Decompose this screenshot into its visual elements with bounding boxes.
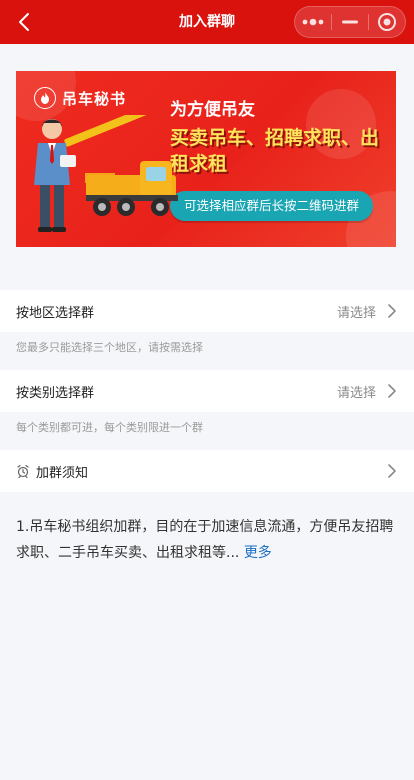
more-dots-icon <box>302 18 324 26</box>
more-link[interactable]: 更多 <box>244 545 272 561</box>
chevron-right-icon <box>388 384 396 398</box>
flame-icon <box>34 87 56 109</box>
more-menu-button[interactable] <box>295 7 331 37</box>
banner-cta: 可选择相应群后长按二维码进群 <box>170 191 374 221</box>
promo-banner: 吊车秘书 为方便吊友 买卖吊车、招聘求职、出租求租 可选择相应群后长按二维码进群 <box>16 71 396 247</box>
crane-truck-illustration <box>34 115 178 232</box>
notice-body: 1.吊车秘书组织加群，目的在于加速信息流通，方便吊友招聘求职、二手吊车买卖、出租… <box>16 519 394 561</box>
region-filter-hint: 您最多只能选择三个地区，请按需选择 <box>16 341 203 354</box>
brand-logo: 吊车秘书 <box>34 87 126 109</box>
minimize-icon <box>342 20 358 24</box>
banner-headline: 为方便吊友 <box>170 100 255 120</box>
target-close-icon <box>378 13 396 31</box>
mini-program-capsule <box>294 6 406 38</box>
nav-bar: 加入群聊 <box>0 0 414 44</box>
chevron-right-icon <box>388 464 396 478</box>
close-button[interactable] <box>369 7 405 37</box>
notice-row[interactable]: 加群须知 <box>0 450 414 492</box>
chevron-right-icon <box>388 304 396 318</box>
category-filter-label: 按类别选择群 <box>16 385 95 401</box>
category-filter-row[interactable]: 按类别选择群 请选择 <box>0 370 414 412</box>
minimize-button[interactable] <box>332 7 368 37</box>
alarm-clock-icon <box>17 464 29 478</box>
category-filter-hint: 每个类别都可进，每个类别限进一个群 <box>16 421 203 434</box>
notice-text: 1.吊车秘书组织加群，目的在于加速信息流通，方便吊友招聘求职、二手吊车买卖、出租… <box>16 514 398 566</box>
region-filter-label: 按地区选择群 <box>16 305 95 321</box>
notice-title: 加群须知 <box>36 465 89 481</box>
category-filter-value[interactable]: 请选择 <box>337 382 376 401</box>
region-filter-value[interactable]: 请选择 <box>337 302 376 321</box>
region-filter-row[interactable]: 按地区选择群 请选择 <box>0 290 414 332</box>
brand-name: 吊车秘书 <box>62 89 127 108</box>
banner-slogan: 买卖吊车、招聘求职、出租求租 <box>170 127 380 175</box>
